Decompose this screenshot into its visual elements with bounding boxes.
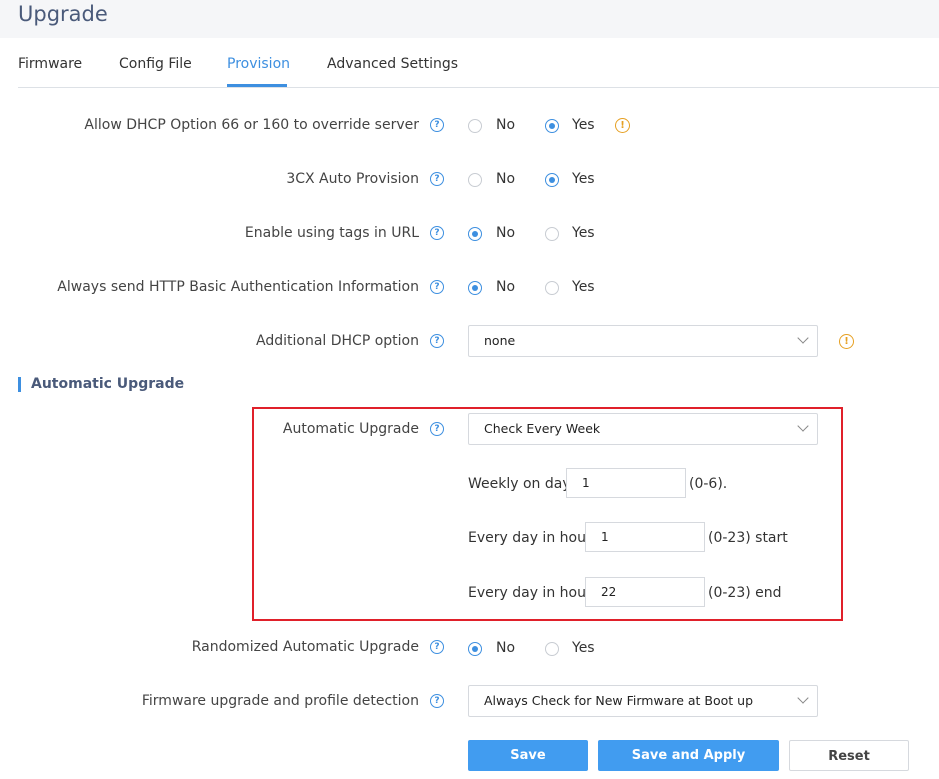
weekly-day-label: Weekly on day (468, 476, 571, 492)
dhcp-override-yes-label[interactable]: Yes (572, 117, 595, 133)
basic-auth-yes-label[interactable]: Yes (572, 279, 595, 295)
help-icon[interactable]: ? (430, 118, 444, 132)
basic-auth-no-radio[interactable] (468, 281, 482, 295)
tags-in-url-label: Enable using tags in URL (244, 225, 419, 241)
help-icon[interactable]: ? (430, 334, 444, 348)
http-basic-auth-label: Always send HTTP Basic Authentication In… (57, 279, 419, 295)
chevron-down-icon (797, 332, 809, 344)
help-icon[interactable]: ? (430, 280, 444, 294)
firmware-detection-select[interactable]: Always Check for New Firmware at Boot up (468, 685, 818, 717)
section-accent-bar (18, 377, 21, 392)
automatic-upgrade-select[interactable]: Check Every Week (468, 413, 818, 445)
start-hour-label: Every day in hour (468, 530, 592, 546)
tags-no-label[interactable]: No (496, 225, 515, 241)
start-hour-input[interactable] (585, 522, 705, 552)
additional-dhcp-label: Additional DHCP option (256, 333, 419, 349)
help-icon[interactable]: ? (430, 226, 444, 240)
weekly-day-range: (0-6). (689, 476, 728, 492)
warning-icon[interactable]: ! (615, 118, 630, 133)
section-title-automatic-upgrade: Automatic Upgrade (31, 376, 185, 392)
firmware-detection-value: Always Check for New Firmware at Boot up (484, 693, 754, 708)
tab-provision[interactable]: Provision (227, 56, 290, 72)
end-hour-label: Every day in hour (468, 585, 592, 601)
tab-config-file[interactable]: Config File (119, 56, 192, 72)
dhcp-override-no-radio[interactable] (468, 119, 482, 133)
save-button[interactable]: Save (468, 740, 588, 771)
dhcp-override-yes-radio[interactable] (545, 119, 559, 133)
basic-auth-no-label[interactable]: No (496, 279, 515, 295)
end-hour-input[interactable] (585, 577, 705, 607)
help-icon[interactable]: ? (430, 422, 444, 436)
warning-icon[interactable]: ! (839, 334, 854, 349)
tab-advanced-settings[interactable]: Advanced Settings (327, 56, 458, 72)
help-icon[interactable]: ? (430, 694, 444, 708)
help-icon[interactable]: ? (430, 172, 444, 186)
automatic-upgrade-value: Check Every Week (484, 421, 601, 436)
tab-bar: Firmware Config File Provision Advanced … (0, 38, 939, 88)
randomized-no-radio[interactable] (468, 642, 482, 656)
randomized-no-label[interactable]: No (496, 640, 515, 656)
basic-auth-yes-radio[interactable] (545, 281, 559, 295)
additional-dhcp-select[interactable]: none (468, 325, 818, 357)
randomized-yes-radio[interactable] (545, 642, 559, 656)
tags-yes-label[interactable]: Yes (572, 225, 595, 241)
page-header (0, 0, 939, 38)
randomized-yes-label[interactable]: Yes (572, 640, 595, 656)
dhcp-override-no-label[interactable]: No (496, 117, 515, 133)
dhcp-override-label: Allow DHCP Option 66 or 160 to override … (84, 117, 419, 133)
tab-firmware[interactable]: Firmware (18, 56, 82, 72)
3cx-no-radio[interactable] (468, 173, 482, 187)
reset-button[interactable]: Reset (789, 740, 909, 771)
help-icon[interactable]: ? (430, 640, 444, 654)
chevron-down-icon (797, 692, 809, 704)
firmware-detection-label: Firmware upgrade and profile detection (141, 693, 419, 709)
start-hour-range: (0-23) start (708, 530, 788, 546)
3cx-yes-radio[interactable] (545, 173, 559, 187)
chevron-down-icon (797, 420, 809, 432)
additional-dhcp-value: none (484, 333, 516, 348)
page-title: Upgrade (18, 2, 108, 26)
3cx-auto-provision-label: 3CX Auto Provision (286, 171, 419, 187)
tags-no-radio[interactable] (468, 227, 482, 241)
end-hour-range: (0-23) end (708, 585, 782, 601)
3cx-yes-label[interactable]: Yes (572, 171, 595, 187)
weekly-day-input[interactable] (566, 468, 686, 498)
automatic-upgrade-label: Automatic Upgrade (282, 421, 419, 437)
randomized-upgrade-label: Randomized Automatic Upgrade (191, 639, 419, 655)
tags-yes-radio[interactable] (545, 227, 559, 241)
tabs-divider (18, 87, 939, 88)
3cx-no-label[interactable]: No (496, 171, 515, 187)
save-and-apply-button[interactable]: Save and Apply (598, 740, 779, 771)
